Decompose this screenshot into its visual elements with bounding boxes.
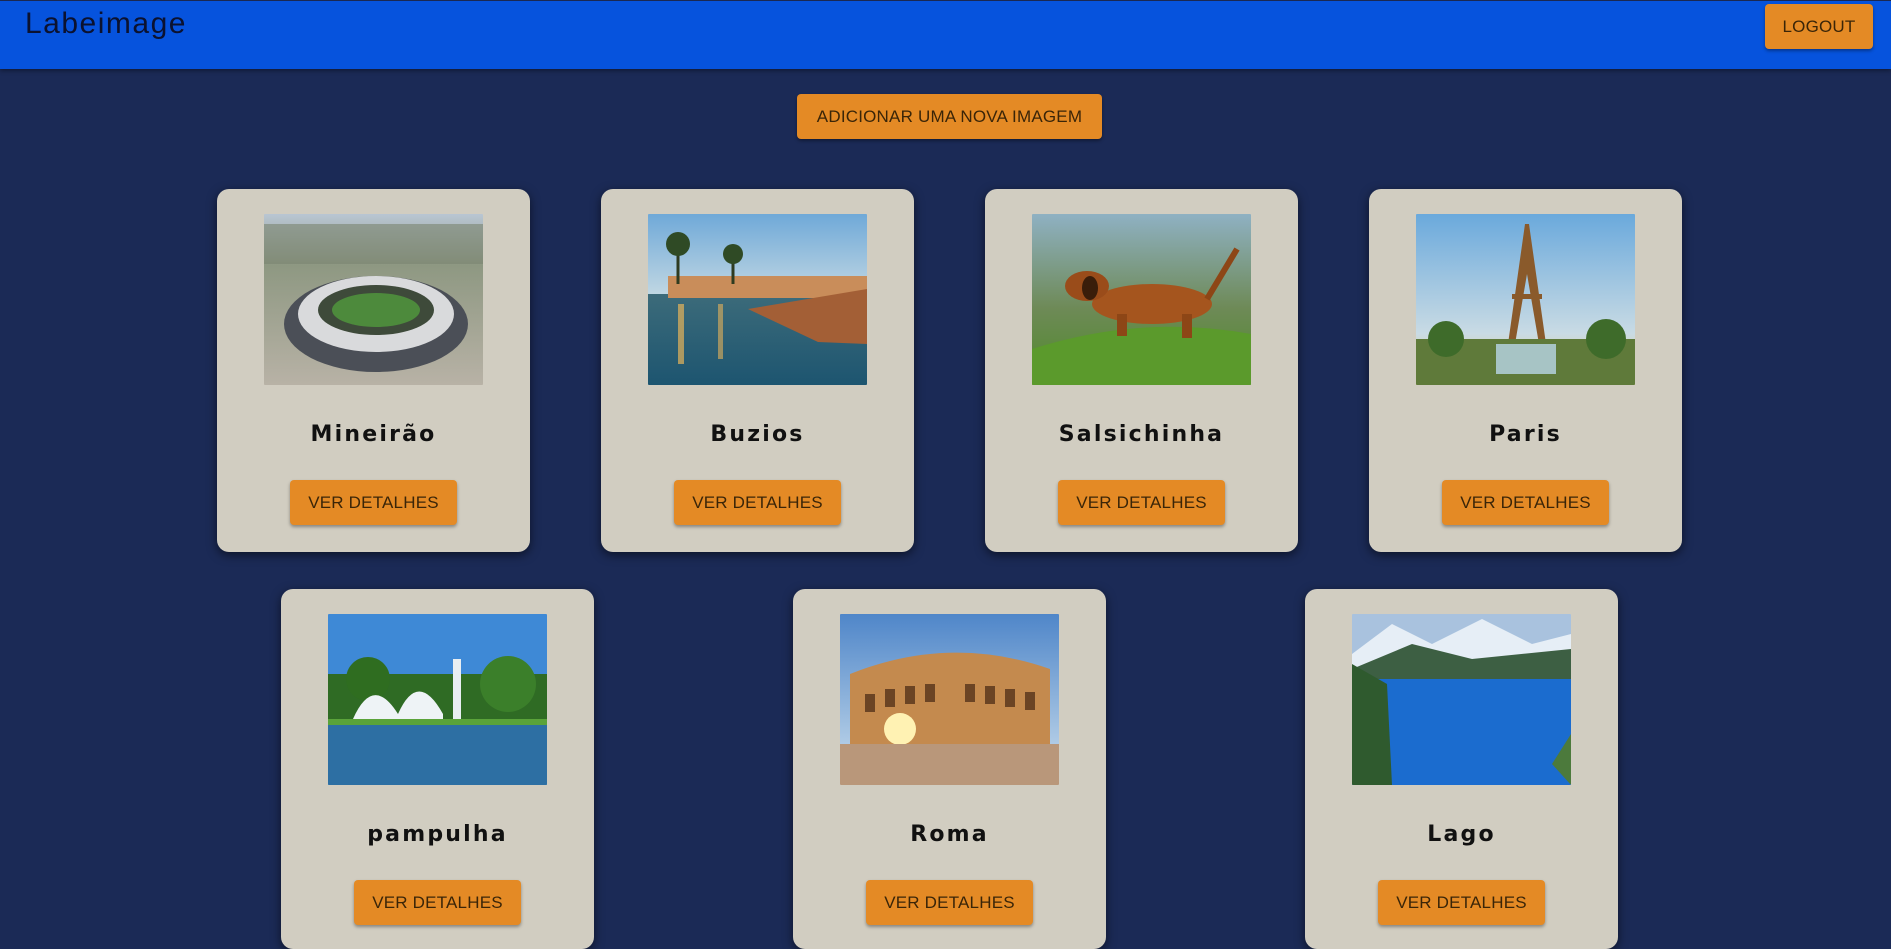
image-card: Mineirão VER DETALHES [217, 189, 530, 552]
logout-button[interactable]: LOGOUT [1765, 4, 1873, 49]
waterfront-image [648, 214, 867, 385]
image-card: Buzios VER DETALHES [601, 189, 914, 552]
card-title: pampulha [367, 822, 508, 847]
view-details-button[interactable]: VER DETALHES [290, 480, 457, 525]
view-details-button[interactable]: VER DETALHES [1058, 480, 1225, 525]
card-title: Lago [1427, 822, 1496, 847]
card-title: Roma [910, 822, 989, 847]
image-card: Roma VER DETALHES [793, 589, 1106, 949]
view-details-button[interactable]: VER DETALHES [866, 880, 1033, 925]
app-title: Labeimage [25, 7, 187, 40]
view-details-button[interactable]: VER DETALHES [1442, 480, 1609, 525]
card-title: Buzios [710, 422, 805, 447]
image-card: Salsichinha VER DETALHES [985, 189, 1298, 552]
card-title: Mineirão [310, 422, 437, 447]
view-details-button[interactable]: VER DETALHES [674, 480, 841, 525]
image-card: Paris VER DETALHES [1369, 189, 1682, 552]
pampulha-image [328, 614, 547, 785]
app-bar: Labeimage LOGOUT [0, 1, 1891, 69]
card-title: Salsichinha [1058, 422, 1225, 447]
eiffel-tower-image [1416, 214, 1635, 385]
card-title: Paris [1489, 422, 1562, 447]
image-card: Lago VER DETALHES [1305, 589, 1618, 949]
colosseum-image [840, 614, 1059, 785]
view-details-button[interactable]: VER DETALHES [1378, 880, 1545, 925]
add-image-button[interactable]: ADICIONAR UMA NOVA IMAGEM [797, 94, 1102, 139]
dachshund-image [1032, 214, 1251, 385]
stadium-image [264, 214, 483, 385]
image-card: pampulha VER DETALHES [281, 589, 594, 949]
lake-image [1352, 614, 1571, 785]
view-details-button[interactable]: VER DETALHES [354, 880, 521, 925]
